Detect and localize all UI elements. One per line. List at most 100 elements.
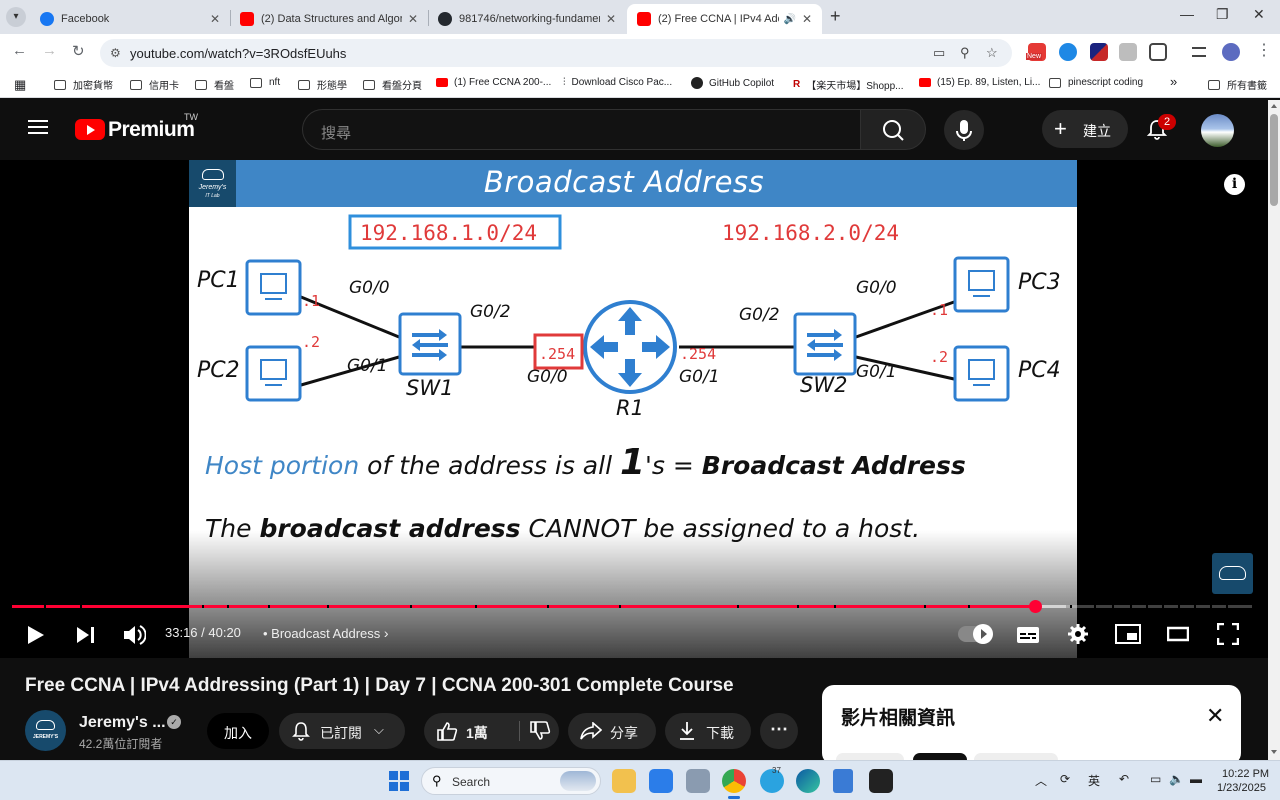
bookmark-link[interactable]: R 【楽天市場】Shopp... (793, 77, 904, 92)
play-icon[interactable] (26, 625, 46, 645)
close-window-button[interactable]: ✕ (1253, 6, 1265, 23)
bookmark-folder[interactable]: 看盤 (195, 77, 234, 92)
tab-github-networking[interactable]: 981746/networking-fundamentals ✕ (428, 4, 626, 34)
dislike-button[interactable] (520, 713, 559, 749)
back-button[interactable]: ← (12, 42, 27, 59)
extension-flag-icon[interactable] (1090, 43, 1108, 61)
ime-indicator[interactable]: 英 (1088, 772, 1100, 789)
voice-search-button[interactable] (944, 110, 984, 150)
browser-menu-icon[interactable]: ⋮ (1256, 40, 1272, 60)
windows-start-icon[interactable] (389, 771, 409, 791)
share-button[interactable]: 分享 (568, 713, 656, 749)
volume-icon[interactable]: 🔈 (1169, 772, 1184, 786)
channel-name[interactable]: Jeremy's ... (79, 714, 166, 732)
youtube-logo-text[interactable]: Premium (108, 118, 195, 142)
clock-date[interactable]: 1/23/2025 (1217, 782, 1266, 794)
video-player[interactable]: Jeremy's IT Lab Broadcast Address 192.16… (0, 160, 1268, 658)
close-icon[interactable]: ✕ (1206, 703, 1224, 729)
taskbar-search[interactable]: ⚲ Search (421, 767, 601, 795)
sync-icon[interactable]: ⟳ (1060, 772, 1070, 786)
battery-icon[interactable]: ▬ (1190, 772, 1202, 786)
theater-mode-icon[interactable] (1167, 626, 1189, 642)
media-control-icon[interactable] (1192, 47, 1206, 57)
site-info-icon[interactable]: ⚙ (110, 46, 121, 60)
speaker-icon[interactable]: 🔊 (783, 14, 795, 25)
address-bar[interactable]: ⚙ youtube.com/watch?v=3ROdsfEUuhs ▭ ⚲ ☆ (100, 39, 1012, 67)
subscribed-button[interactable]: 已訂閱 ⌵ (279, 713, 405, 749)
close-icon[interactable]: ✕ (802, 12, 812, 26)
extension-image-icon[interactable] (1119, 43, 1137, 61)
chapter-button[interactable]: • Broadcast Address › (263, 625, 389, 641)
close-icon[interactable]: ✕ (408, 12, 418, 26)
install-app-icon[interactable]: ▭ (933, 45, 945, 61)
info-icon[interactable]: i (1224, 174, 1245, 195)
create-button[interactable]: + 建立 (1042, 110, 1128, 148)
bookmark-folder[interactable]: 形態學 (298, 77, 347, 92)
app-store-icon[interactable] (649, 769, 673, 793)
menu-icon[interactable] (28, 120, 48, 134)
extension-globe-icon[interactable] (1059, 43, 1077, 61)
notepad-icon[interactable] (833, 769, 853, 793)
restore-button[interactable]: ❐ (1216, 6, 1229, 23)
all-bookmarks-folder[interactable]: 所有書籤 (1208, 77, 1267, 92)
tab-data-structures[interactable]: (2) Data Structures and Algorithms ✕ (230, 4, 428, 34)
clock-time[interactable]: 10:22 PM (1222, 768, 1269, 780)
bookmark-link[interactable]: ⫶ Download Cisco Pac... (563, 77, 672, 88)
bookmark-folder[interactable]: nft (250, 77, 280, 88)
close-icon[interactable]: ✕ (606, 12, 616, 26)
file-explorer-icon[interactable] (612, 769, 636, 793)
scrubber-handle[interactable] (1028, 600, 1042, 613)
scroll-down-arrow-icon[interactable] (1271, 750, 1277, 754)
new-tab-button[interactable]: + (830, 6, 841, 27)
subtitles-icon[interactable] (1016, 625, 1040, 645)
app-icon[interactable] (686, 769, 710, 793)
miniplayer-icon[interactable] (1115, 624, 1141, 644)
volume-icon[interactable] (122, 624, 146, 646)
undo-icon[interactable]: ↶ (1119, 772, 1129, 786)
terminal-icon[interactable] (869, 769, 893, 793)
scrollbar-thumb[interactable] (1270, 114, 1278, 206)
like-button[interactable]: 1萬 (424, 713, 519, 749)
bookmark-star-icon[interactable]: ☆ (986, 45, 998, 61)
chevron-up-icon[interactable]: ︿ (1035, 772, 1047, 789)
edge-icon[interactable] (796, 769, 820, 793)
fullscreen-icon[interactable] (1217, 623, 1239, 645)
account-avatar[interactable] (1201, 114, 1234, 147)
bookmark-link[interactable]: (15) Ep. 89, Listen, Li... (919, 77, 1040, 88)
tab-search-icon[interactable]: ▾ (6, 7, 26, 27)
extensions-puzzle-icon[interactable] (1149, 43, 1167, 61)
channel-watermark[interactable] (1212, 553, 1253, 594)
minimize-button[interactable]: — (1180, 6, 1194, 22)
close-icon[interactable]: ✕ (210, 12, 220, 26)
scroll-up-arrow-icon[interactable] (1271, 104, 1277, 108)
progress-bar[interactable] (12, 605, 1252, 608)
bookmark-folder[interactable]: 加密貨幣 (54, 77, 113, 92)
next-video-icon[interactable] (76, 626, 96, 644)
bookmark-folder[interactable]: 看盤分頁 (363, 77, 422, 92)
autoplay-toggle[interactable] (958, 624, 993, 644)
profile-avatar-icon[interactable] (1222, 43, 1240, 61)
tab-free-ccna[interactable]: (2) Free CCNA | IPv4 Address 🔊 ✕ (627, 4, 822, 34)
url-text[interactable]: youtube.com/watch?v=3ROdsfEUuhs (130, 46, 346, 61)
search-input[interactable]: 搜尋 (302, 109, 860, 150)
youtube-logo-icon[interactable] (75, 119, 105, 140)
bookmark-link[interactable]: (1) Free CCNA 200-... (436, 77, 551, 88)
network-icon[interactable]: ▭ (1150, 772, 1161, 786)
more-actions-button[interactable]: ⋯ (760, 713, 798, 749)
tab-facebook[interactable]: Facebook ✕ (30, 4, 230, 34)
channel-avatar[interactable]: JEREMY'S (25, 710, 66, 751)
bookmark-folder[interactable]: pinescript coding (1049, 77, 1143, 88)
apps-grid-icon[interactable]: ▦ (14, 77, 26, 93)
zoom-icon[interactable]: ⚲ (960, 45, 970, 61)
bookmark-folder[interactable]: 信用卡 (130, 77, 179, 92)
page-scrollbar[interactable] (1268, 100, 1280, 760)
search-button[interactable] (860, 109, 926, 150)
reload-button[interactable]: ↻ (72, 42, 85, 60)
chrome-icon[interactable] (722, 769, 746, 793)
forward-button[interactable]: → (42, 42, 57, 59)
settings-gear-icon[interactable] (1067, 623, 1089, 645)
download-button[interactable]: 下載 (665, 713, 751, 749)
bookmark-link[interactable]: GitHub Copilot (691, 77, 774, 89)
more-bookmarks-button[interactable]: » (1170, 74, 1177, 89)
join-button[interactable]: 加入 (207, 713, 269, 749)
